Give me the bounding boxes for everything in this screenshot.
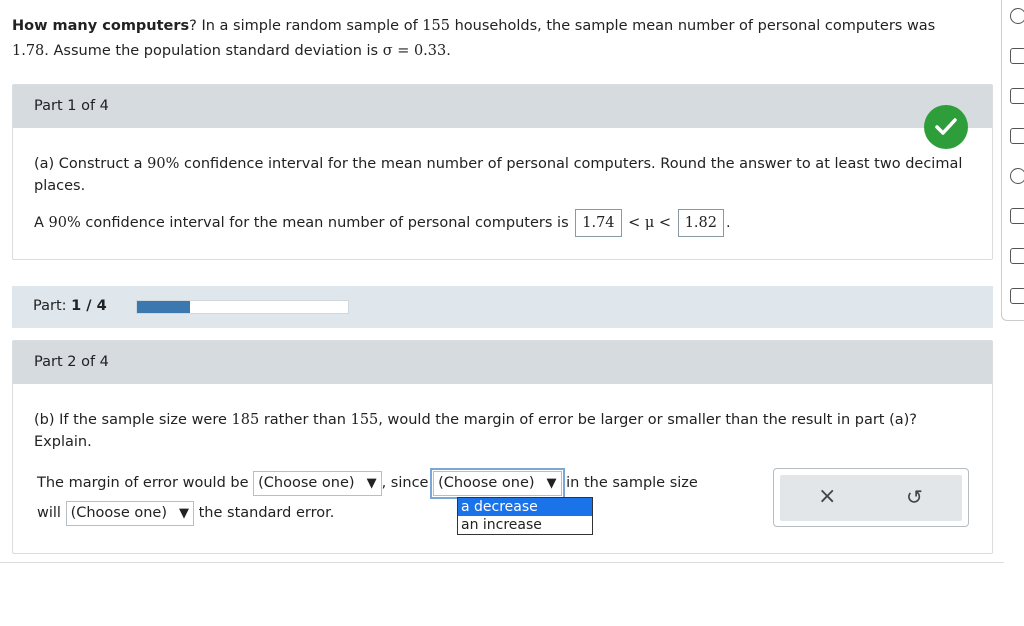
problem-title: How many computers bbox=[12, 18, 190, 34]
toolbar-icon[interactable] bbox=[1010, 288, 1024, 304]
bottom-divider bbox=[0, 562, 1004, 563]
toolbar-icon[interactable] bbox=[1010, 88, 1024, 104]
upper-bound-input[interactable]: 1.82 bbox=[677, 209, 724, 237]
part1-answer: A 90% confidence interval for the mean n… bbox=[34, 209, 731, 237]
change-options-list[interactable]: a decrease an increase bbox=[457, 497, 593, 535]
side-toolbar bbox=[1001, 0, 1024, 321]
clear-button[interactable]: × bbox=[818, 484, 836, 509]
margin-select[interactable]: (Choose one) ▼ bbox=[253, 470, 382, 496]
dropdown-arrow-icon: ▼ bbox=[546, 475, 557, 491]
part2-header: Part 2 of 4 bbox=[13, 341, 992, 384]
toolbar-icon[interactable] bbox=[1010, 168, 1024, 184]
dropdown-arrow-icon: ▼ bbox=[179, 505, 190, 521]
change-select[interactable]: (Choose one) ▼ bbox=[430, 467, 565, 499]
correct-check-icon bbox=[924, 105, 968, 149]
part-progress: Part: 1 / 4 bbox=[12, 286, 993, 328]
dropdown-arrow-icon: ▼ bbox=[366, 475, 377, 491]
toolbar-icon[interactable] bbox=[1010, 128, 1024, 144]
problem-statement: How many computers? In a simple random s… bbox=[12, 18, 936, 59]
part1-header: Part 1 of 4 bbox=[13, 85, 992, 128]
progress-track bbox=[136, 300, 349, 314]
part1-card: Part 1 of 4 (a) Construct a 90% confiden… bbox=[12, 84, 993, 260]
progress-fill bbox=[137, 301, 190, 313]
part2-line1: The margin of error would be (Choose one… bbox=[37, 467, 698, 499]
stderr-select[interactable]: (Choose one) ▼ bbox=[65, 500, 195, 526]
part2-question: (b) If the sample size were 185 rather t… bbox=[34, 412, 917, 450]
toolbar-icon[interactable] bbox=[1010, 208, 1024, 224]
part2-card: Part 2 of 4 (b) If the sample size were … bbox=[12, 340, 993, 554]
answer-tools: × ↺ bbox=[773, 468, 969, 527]
progress-label: Part: 1 / 4 bbox=[33, 298, 107, 314]
lower-bound-input[interactable]: 1.74 bbox=[575, 209, 622, 237]
option-a-decrease[interactable]: a decrease bbox=[458, 498, 592, 516]
part2-line2: will (Choose one) ▼ the standard error. bbox=[37, 500, 334, 526]
inequality-mu: < μ < bbox=[628, 215, 672, 231]
toolbar-icon[interactable] bbox=[1010, 8, 1024, 24]
toolbar-icon[interactable] bbox=[1010, 48, 1024, 64]
toolbar-icon[interactable] bbox=[1010, 248, 1024, 264]
option-an-increase[interactable]: an increase bbox=[458, 516, 592, 534]
part1-question: (a) Construct a 90% confidence interval … bbox=[34, 156, 963, 194]
undo-button[interactable]: ↺ bbox=[906, 485, 923, 509]
